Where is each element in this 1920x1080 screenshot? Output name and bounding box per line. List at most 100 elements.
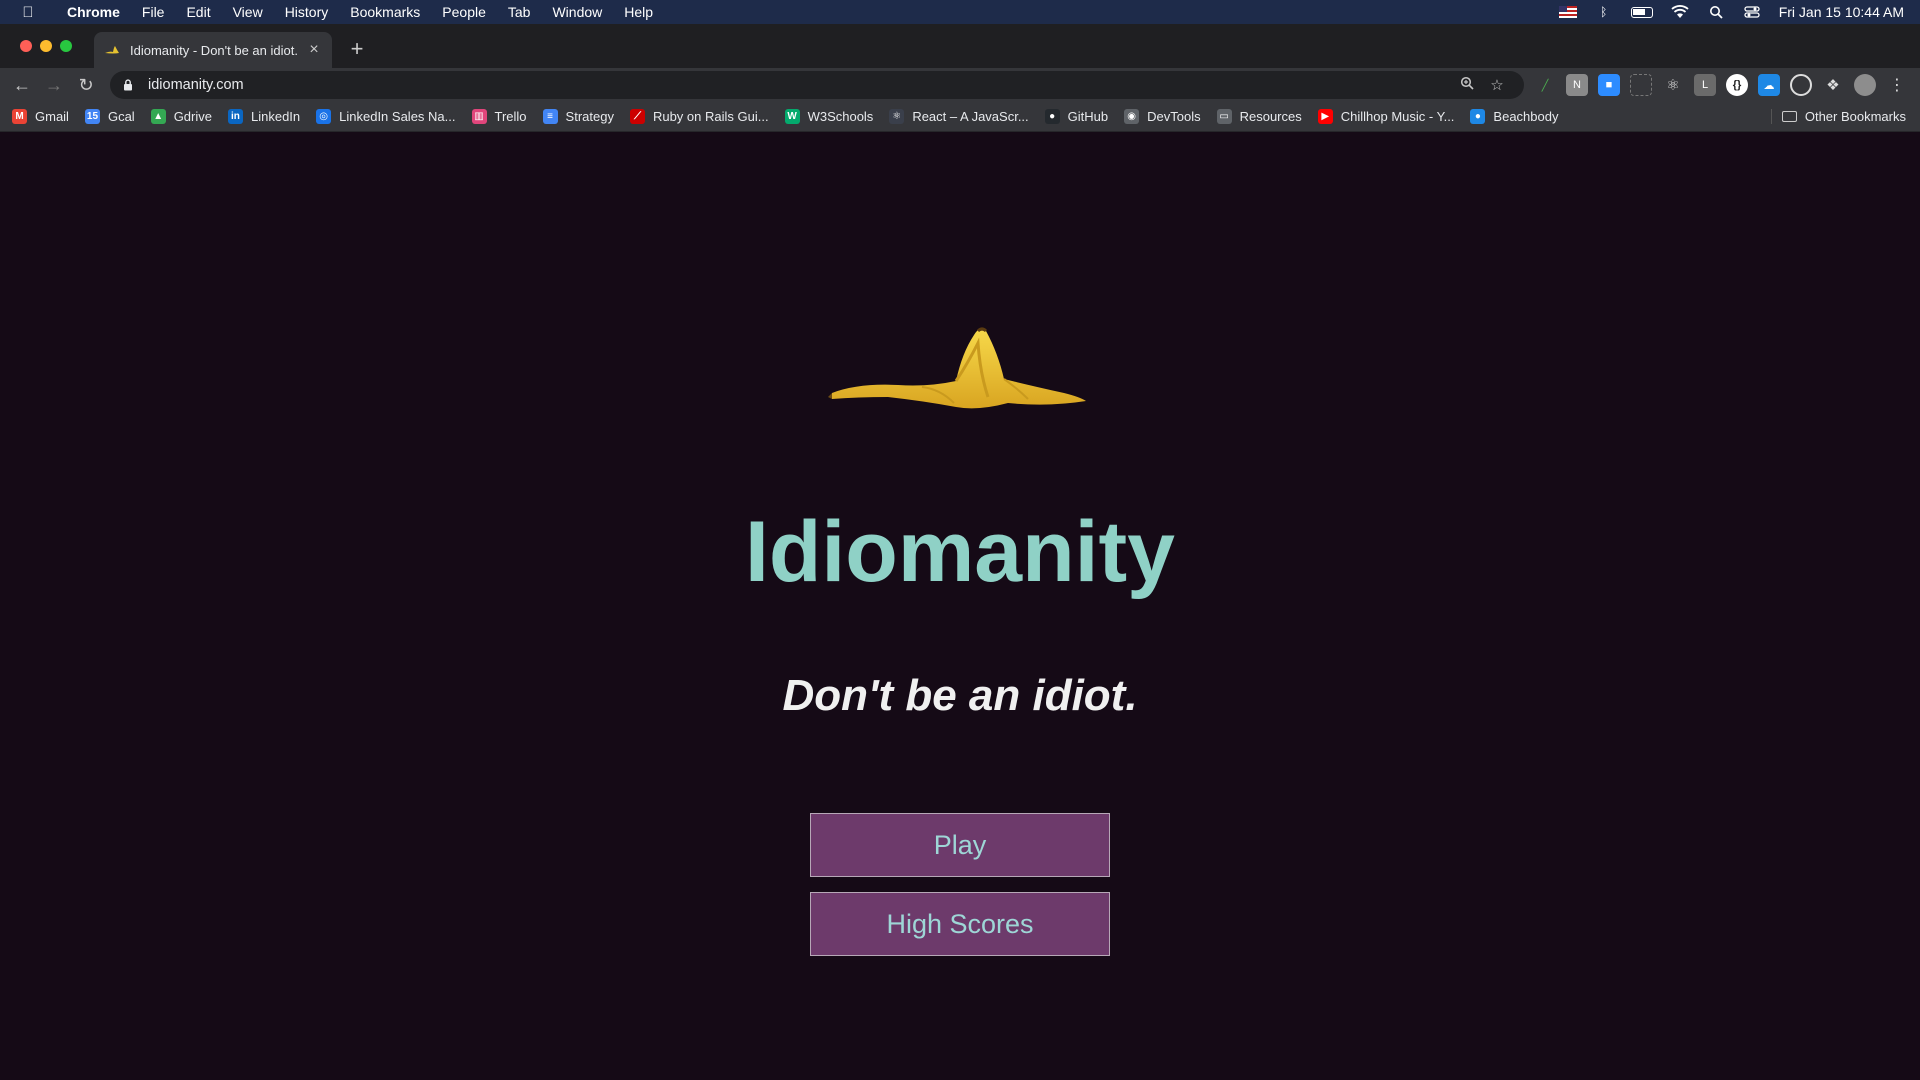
bookmark-label: Resources [1239, 109, 1302, 124]
bookmark-item[interactable]: ≡ Strategy [542, 109, 614, 124]
github-icon: ● [1044, 109, 1060, 124]
bookmark-item[interactable]: ◉ DevTools [1124, 109, 1201, 124]
fullscreen-window-button[interactable] [60, 40, 72, 52]
menu-help[interactable]: Help [613, 0, 664, 24]
menu-history[interactable]: History [274, 0, 340, 24]
menu-people[interactable]: People [431, 0, 497, 24]
extension-screenshot-icon[interactable] [1630, 74, 1652, 96]
menu-window[interactable]: Window [541, 0, 613, 24]
extension-code-icon[interactable]: {} [1726, 74, 1748, 96]
extension-l-icon[interactable]: L [1694, 74, 1716, 96]
bookmark-label: React – A JavaScr... [912, 109, 1029, 124]
react-icon: ⚛ [889, 109, 905, 124]
youtube-icon: ▶ [1317, 109, 1333, 124]
url-text[interactable]: idiomanity.com [148, 77, 1452, 93]
app-title: Idiomanity [744, 504, 1176, 600]
bookmark-label: DevTools [1147, 109, 1201, 124]
bookmark-item[interactable]: ▥ Trello [471, 109, 527, 124]
screen:  Chrome File Edit View History Bookmark… [0, 0, 1920, 1080]
minimize-window-button[interactable] [40, 40, 52, 52]
status-area: ᛒ Fri Jan 15 10:44 AM [1558, 0, 1904, 24]
bookmark-label: Beachbody [1493, 109, 1559, 124]
zoom-extension-icon[interactable]: ■ [1598, 74, 1620, 96]
apple-icon[interactable]:  [0, 4, 56, 21]
zoom-icon[interactable] [1452, 76, 1482, 94]
menu-app-chrome[interactable]: Chrome [56, 0, 131, 24]
bookmark-item[interactable]: ◎ LinkedIn Sales Na... [316, 109, 456, 124]
back-arrow-icon[interactable]: ← [6, 70, 38, 100]
lock-icon[interactable] [122, 79, 134, 91]
bookmark-item[interactable]: ● GitHub [1044, 109, 1109, 124]
extension-n-icon[interactable]: N [1566, 74, 1588, 96]
extension-circle-icon[interactable] [1790, 74, 1812, 96]
bookmark-item[interactable]: ▭ Resources [1216, 109, 1302, 124]
bookmark-star-icon[interactable]: ☆ [1482, 76, 1512, 94]
tab-idiomanity[interactable]: Idiomanity - Don't be an idiot. × [94, 32, 332, 68]
react-devtools-icon[interactable]: ⚛ [1662, 74, 1684, 96]
close-window-button[interactable] [20, 40, 32, 52]
play-button[interactable]: Play [810, 813, 1110, 877]
chrome-menu-icon[interactable]: ⋮ [1886, 74, 1908, 96]
app-tagline: Don't be an idiot. [782, 671, 1138, 720]
battery-icon[interactable] [1630, 6, 1653, 18]
docs-icon: ≡ [542, 109, 558, 124]
extension-chart-icon[interactable]: ╱ [1534, 74, 1556, 96]
drive-icon: ▲ [150, 109, 166, 124]
linkedin-icon: in [227, 109, 243, 124]
bookmark-label: Gcal [107, 109, 135, 124]
folder-icon [1781, 111, 1797, 122]
menu-bar-clock[interactable]: Fri Jan 15 10:44 AM [1779, 4, 1904, 20]
bookmark-label: Chillhop Music - Y... [1340, 109, 1455, 124]
bluetooth-icon[interactable]: ᛒ [1595, 5, 1613, 19]
spotlight-search-icon[interactable] [1707, 5, 1725, 19]
bookmark-item[interactable]: ⚛ React – A JavaScr... [889, 109, 1029, 124]
menu-bookmarks[interactable]: Bookmarks [339, 0, 431, 24]
bookmark-label: LinkedIn Sales Na... [339, 109, 456, 124]
bookmark-label: W3Schools [807, 109, 874, 124]
profile-avatar[interactable] [1854, 74, 1876, 96]
high-scores-button[interactable]: High Scores [810, 892, 1110, 956]
beachbody-icon: ● [1470, 109, 1486, 124]
reload-icon[interactable]: ↻ [70, 70, 102, 100]
bookmark-item[interactable]: 15 Gcal [84, 109, 135, 124]
w3schools-icon: W [784, 109, 800, 124]
bookmark-label: GitHub [1067, 109, 1109, 124]
macos-menu-bar:  Chrome File Edit View History Bookmark… [0, 0, 1920, 24]
bookmark-label: Ruby on Rails Gui... [652, 109, 769, 124]
bookmark-item[interactable]: M Gmail [12, 109, 69, 124]
banana-peel-icon [828, 327, 1086, 409]
other-bookmarks-label: Other Bookmarks [1804, 109, 1906, 124]
address-bar[interactable]: idiomanity.com ☆ [110, 71, 1524, 99]
bookmark-item[interactable]: ▲ Gdrive [150, 109, 212, 124]
wifi-icon[interactable] [1671, 5, 1689, 19]
compass-icon: ◎ [316, 109, 332, 124]
page-content: Idiomanity Don't be an idiot. Play High … [0, 133, 1920, 1080]
globe-icon: ◉ [1124, 109, 1140, 124]
trello-icon: ▥ [471, 109, 487, 124]
bookmark-item[interactable]: ⟋ Ruby on Rails Gui... [629, 109, 769, 124]
bookmarks-bar: M Gmail 15 Gcal ▲ Gdrive in LinkedIn ◎ LinkedIn S… [0, 102, 1920, 132]
menu-file[interactable]: File [131, 0, 176, 24]
bookmark-item[interactable]: ● Beachbody [1470, 109, 1558, 124]
other-bookmarks[interactable]: Other Bookmarks [1770, 109, 1906, 124]
bookmark-label: Gmail [35, 109, 69, 124]
control-center-icon[interactable] [1743, 5, 1761, 19]
input-source-flag-icon[interactable] [1558, 6, 1577, 18]
menu-view[interactable]: View [222, 0, 274, 24]
bookmark-item[interactable]: W W3Schools [784, 109, 874, 124]
banana-favicon-icon [105, 46, 119, 54]
forward-arrow-icon[interactable]: → [38, 70, 70, 100]
close-tab-icon[interactable]: × [306, 41, 322, 59]
calendar-icon: 15 [84, 109, 100, 124]
bookmark-item[interactable]: ▶ Chillhop Music - Y... [1317, 109, 1455, 124]
bookmark-label: Strategy [565, 109, 614, 124]
new-tab-button[interactable]: + [344, 36, 370, 62]
extensions-puzzle-icon[interactable]: ❖ [1822, 74, 1844, 96]
menu-tab[interactable]: Tab [497, 0, 542, 24]
bookmark-item[interactable]: in LinkedIn [227, 109, 300, 124]
tab-strip: Idiomanity - Don't be an idiot. × + [0, 24, 1920, 68]
rails-icon: ⟋ [629, 109, 645, 124]
extension-cloud-icon[interactable]: ☁ [1758, 74, 1780, 96]
gmail-icon: M [12, 109, 27, 124]
menu-edit[interactable]: Edit [175, 0, 221, 24]
